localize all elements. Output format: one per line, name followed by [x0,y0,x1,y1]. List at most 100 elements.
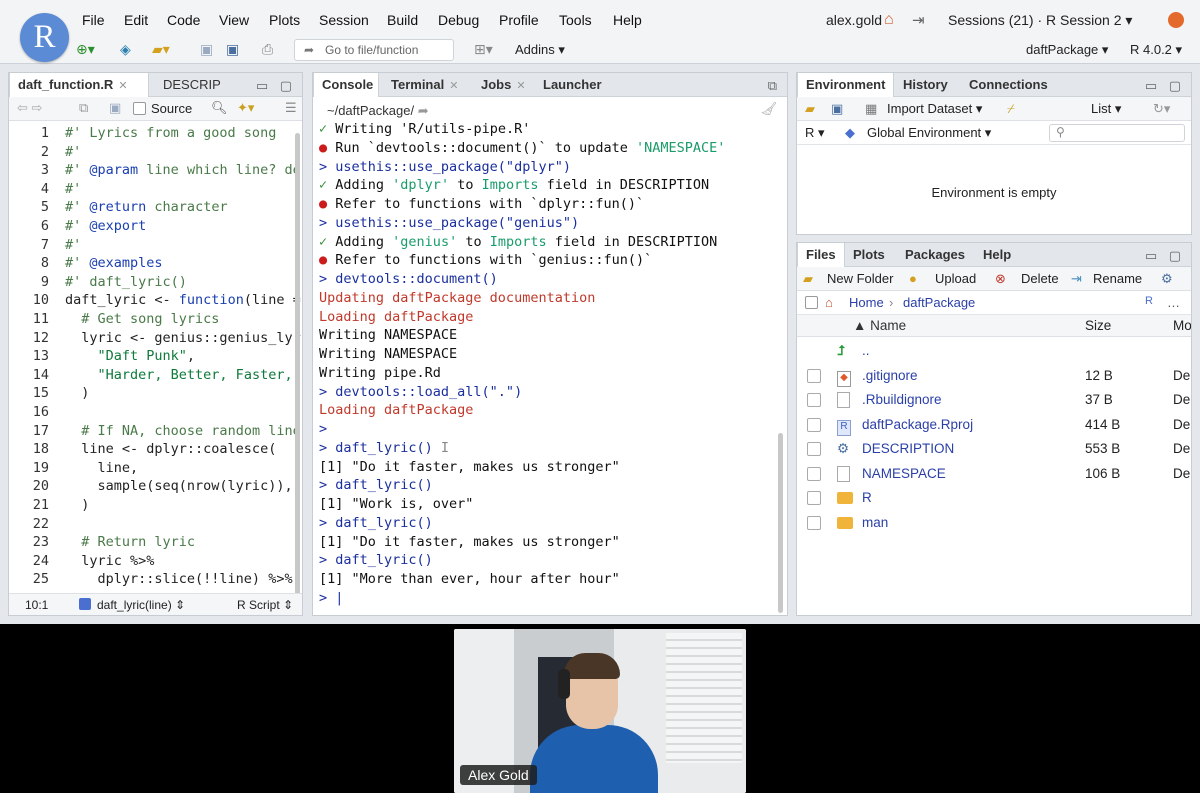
menu-build[interactable]: Build [387,12,418,28]
tab-jobs[interactable]: Jobs ✕ [473,73,534,97]
broom-icon[interactable]: ⌿ [1007,101,1015,117]
pane-window-controls-icon[interactable]: ▭ ▢ [1145,248,1185,264]
menu-profile[interactable]: Profile [499,12,539,28]
code-line[interactable]: daft_lyric <- function(line = [65,292,301,308]
pane-window-controls-icon[interactable]: ⧉ [768,78,781,94]
save-all-icon[interactable]: ▣ [226,41,239,58]
back-forward-icon[interactable]: ⇦ ⇨ [17,100,42,116]
new-folder-button[interactable]: New Folder [827,271,893,286]
file-name[interactable]: .gitignore [862,368,918,383]
tab-terminal[interactable]: Terminal ✕ [383,73,466,97]
save-icon[interactable]: ▣ [109,100,121,116]
editor-scrollbar[interactable] [295,133,300,603]
col-size[interactable]: Size [1085,318,1111,333]
open-file-icon[interactable]: ▰▾ [152,41,170,58]
function-navigator[interactable]: daft_lyric(line) ⇕ [97,598,185,612]
file-checkbox[interactable] [807,417,821,432]
file-row[interactable]: NAMESPACE 106 B De [797,462,1191,486]
close-icon[interactable]: ✕ [118,80,127,92]
file-checkbox[interactable] [807,515,821,530]
file-name[interactable]: .. [862,343,870,358]
tab-plots[interactable]: Plots [845,243,893,267]
print-icon[interactable]: ⎙ [262,41,273,58]
file-name[interactable]: man [862,515,888,530]
console-scrollbar[interactable] [778,433,783,613]
addins-menu[interactable]: Addins ▾ [515,42,565,58]
pane-window-controls-icon[interactable]: ▭ ▢ [1145,78,1185,94]
file-name[interactable]: daftPackage.Rproj [862,417,973,432]
wand-icon[interactable]: ✦▾ [237,100,254,116]
menu-session[interactable]: Session [319,12,369,28]
file-checkbox[interactable] [807,466,821,481]
code-line[interactable]: sample(seq(nrow(lyric)), [65,478,293,494]
delete-button[interactable]: Delete [1021,271,1059,286]
quit-session-icon[interactable] [1168,12,1184,28]
sign-out-icon[interactable]: ⇥ [912,11,925,29]
close-icon[interactable]: ✕ [516,80,525,92]
code-line[interactable]: #' [65,181,81,197]
code-line[interactable]: #' @export [65,218,146,234]
file-checkbox[interactable] [807,442,821,456]
code-line[interactable]: #' [65,237,81,253]
project-menu[interactable]: daftPackage ▾ [1026,42,1108,58]
file-row[interactable]: R [797,486,1191,510]
import-dataset-button[interactable]: Import Dataset ▾ [887,101,982,117]
code-line[interactable]: line, [65,460,139,476]
code-line[interactable]: #' @param line which line? de [65,162,301,178]
goto-file-input[interactable]: ➦ Go to file/function [294,39,454,61]
file-checkbox[interactable] [807,393,821,407]
home-icon[interactable]: ⌂ [884,11,894,29]
tab-files[interactable]: Files [797,243,845,267]
source-on-save-checkbox[interactable] [133,102,146,115]
environment-scope-menu[interactable]: Global Environment ▾ [867,125,991,141]
new-project-icon[interactable]: ◈ [120,41,131,58]
code-line[interactable]: dplyr::slice(!!line) %>% [65,571,293,587]
project-dir-icon[interactable]: R [1145,295,1153,307]
file-row[interactable]: ⚙ DESCRIPTION 553 B De [797,437,1191,461]
code-line[interactable]: # Return lyric [65,534,195,550]
code-line[interactable]: "Harder, Better, Faster, [65,367,293,383]
menu-view[interactable]: View [219,12,249,28]
tab-help[interactable]: Help [975,243,1019,267]
close-icon[interactable]: ✕ [449,80,458,92]
code-line[interactable]: #' [65,144,81,160]
sessions-menu[interactable]: Sessions (21) · R Session 2 ▾ [948,12,1132,29]
env-search-input[interactable]: ⚲ [1049,124,1185,142]
tab-history[interactable]: History [895,73,956,97]
language-menu[interactable]: R ▾ [805,125,825,141]
tab-daft-function[interactable]: daft_function.R ✕ [9,73,149,97]
breadcrumb-home[interactable]: Home [849,295,884,310]
col-name[interactable]: ▲ Name [853,318,906,333]
tab-environment[interactable]: Environment [797,73,895,97]
code-line[interactable]: # Get song lyrics [65,311,219,327]
col-modified[interactable]: Mo [1173,318,1191,333]
more-gear-icon[interactable]: ⚙ [1161,271,1173,287]
tab-launcher[interactable]: Launcher [535,73,610,97]
code-line[interactable]: ) [65,385,89,401]
menu-help[interactable]: Help [613,12,642,28]
rename-button[interactable]: Rename [1093,271,1142,286]
clear-console-icon[interactable]: 🧹︎ [760,101,777,117]
load-workspace-icon[interactable]: ▰ [805,101,815,117]
file-row[interactable]: RdaftPackage.Rproj 414 B De [797,413,1191,437]
code-line[interactable]: lyric %>% [65,553,154,569]
code-line[interactable]: # If NA, choose random line [65,423,300,439]
menu-tools[interactable]: Tools [559,12,592,28]
file-type-menu[interactable]: R Script ⇕ [237,598,293,612]
tab-packages[interactable]: Packages [897,243,973,267]
pane-window-controls-icon[interactable]: ▭ ▢ [256,78,296,94]
go-to-dir-icon[interactable]: ➦ [414,103,429,118]
menu-edit[interactable]: Edit [124,12,148,28]
file-name[interactable]: .Rbuildignore [862,392,942,407]
r-version-menu[interactable]: R 4.0.2 ▾ [1130,42,1182,58]
save-workspace-icon[interactable]: ▣ [831,101,843,117]
file-name[interactable]: NAMESPACE [862,466,946,481]
outline-icon[interactable]: ☰ [285,100,297,116]
code-area[interactable]: 1 #' Lyrics from a good song 2 #' 3 #' @param… [9,123,302,591]
save-icon[interactable]: ▣ [200,41,213,58]
show-in-window-icon[interactable]: ⧉ [79,100,88,116]
upload-button[interactable]: Upload [935,271,976,286]
workspace-panes-icon[interactable]: ⊞▾ [474,41,493,58]
select-all-checkbox[interactable] [805,296,818,309]
code-line[interactable]: lyric <- genius::genius_lyr [65,330,300,346]
